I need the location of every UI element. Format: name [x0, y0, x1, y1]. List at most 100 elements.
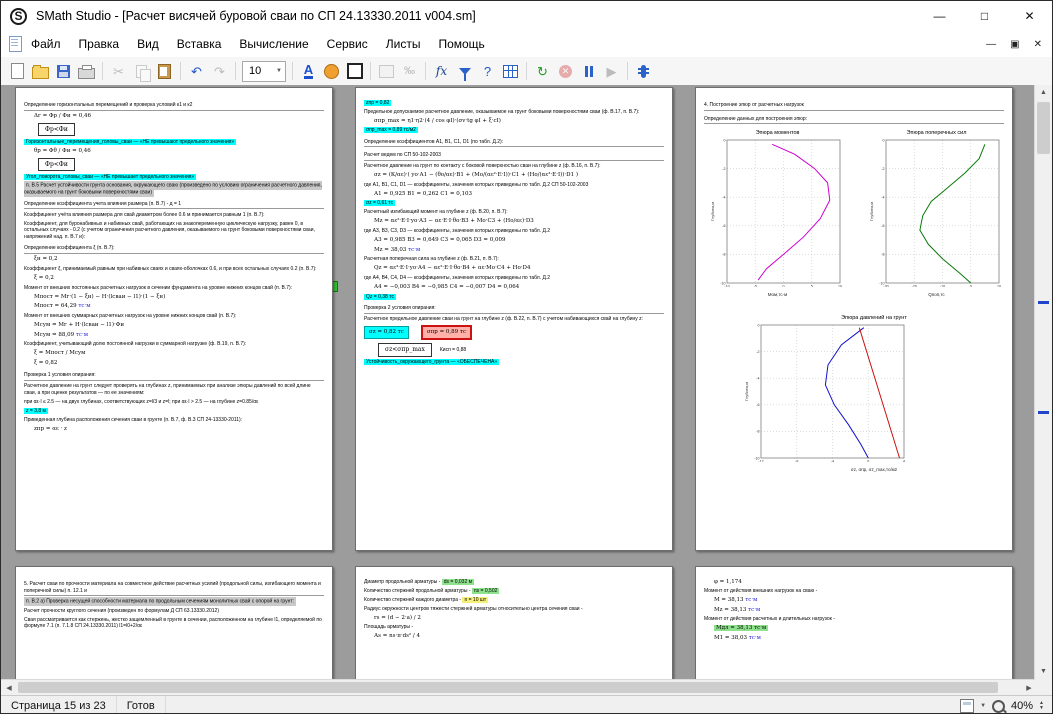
formula-region[interactable]: Мсум = 88,09 тс·м: [34, 332, 324, 339]
minimize-button[interactable]: —: [917, 1, 962, 31]
page-reinforcement[interactable]: Диаметр продольной арматуры - ds = 0,032…: [355, 566, 673, 679]
font-size-select[interactable]: 10 ▼: [242, 61, 286, 82]
text-region[interactable]: Момент от действия внешних нагрузок на с…: [704, 588, 1004, 595]
save-button[interactable]: [52, 60, 75, 83]
result-highlight[interactable]: Qz = 0,38 тс: [364, 294, 664, 301]
page-soil-stability-check[interactable]: zпр = 0,82Предельное допускаемое расчетн…: [355, 87, 673, 551]
section-heading[interactable]: Проверка 2 условия опирания:: [364, 305, 664, 314]
horizontal-scrollbar[interactable]: ◀ ▶: [1, 679, 1037, 696]
result-boxes[interactable]: σz = 0,82 тс σпр = 0,89 тс: [364, 325, 664, 340]
formula-region[interactable]: ξ = 0,82: [34, 360, 324, 367]
zoom-icon[interactable]: [992, 700, 1005, 713]
layout-dropdown-icon[interactable]: ▼: [980, 703, 986, 709]
text-region[interactable]: Коэффициент, для буронабивных и набивных…: [24, 221, 324, 241]
text-region[interactable]: Расчетная поперечная сила на глубине z (…: [364, 256, 664, 263]
formula-region[interactable]: Δг = Фр / Фи = 0,46: [34, 113, 324, 120]
menu-calculation[interactable]: Вычисление: [230, 32, 317, 56]
section-heading[interactable]: Определение данных для построения эпюр:: [704, 116, 1004, 125]
formula-region[interactable]: zпр = αε · z: [34, 426, 324, 433]
document-canvas[interactable]: Определение горизонтальных перемещений и…: [1, 85, 1037, 679]
text-region[interactable]: Момент от внешних суммарных расчетных на…: [24, 313, 324, 320]
menu-view[interactable]: Вид: [128, 32, 168, 56]
section-heading[interactable]: 5. Расчет сваи по прочности материала на…: [24, 581, 324, 596]
condition-box[interactable]: Фр<Фи: [24, 123, 324, 137]
section-heading[interactable]: Определение горизонтальных перемещений и…: [24, 102, 324, 111]
menu-file[interactable]: Файл: [22, 32, 70, 56]
text-region[interactable]: Расчетное давление на грунт следует пров…: [24, 383, 324, 396]
undo-button[interactable]: ↶: [185, 60, 208, 83]
text-region[interactable]: где А3, В3, С3, D3 — коэффициенты, значе…: [364, 228, 664, 235]
result-highlight[interactable]: σпр_max = 0,89 тс/м2: [364, 127, 664, 134]
zoom-spinner[interactable]: ▲ ▼: [1039, 701, 1044, 711]
formula-region[interactable]: Мz = αε²·E·I·yо·А3 − αε·E·I·θо·В3 + Мо·С…: [374, 218, 664, 225]
formula-region[interactable]: ξн = 0,2: [34, 256, 324, 263]
moment-diagram-chart[interactable]: -10-505100-2-4-6-8-10Глубина,м: [710, 137, 845, 287]
print-button[interactable]: [75, 60, 98, 83]
formula-region[interactable]: Мпост = Мг·(1 − ξн) − Н·(lсваи − l1)·(1 …: [34, 294, 324, 301]
redo-button[interactable]: ↷: [208, 60, 231, 83]
section-heading[interactable]: Определение коэффициентов А1, В1, С1, D1…: [364, 139, 664, 148]
paste-button[interactable]: [153, 60, 176, 83]
maximize-button[interactable]: □: [962, 1, 1007, 31]
result-highlight[interactable]: z = 3,8 м: [24, 408, 324, 415]
cut-button[interactable]: ✂: [107, 60, 130, 83]
section-heading[interactable]: Определение коэффициента учета влияния р…: [24, 201, 324, 210]
text-region[interactable]: Приведенная глубина расположения сечения…: [24, 417, 324, 424]
formula-region[interactable]: М1 = 38,03 тс·м: [714, 635, 1004, 642]
text-region[interactable]: при αε·l ≤ 2.5 — на двух глубинах, соотв…: [24, 399, 324, 406]
page-diagrams[interactable]: 4. Построение эпюр от расчетных нагрузок…: [695, 87, 1013, 551]
scroll-up-icon[interactable]: ▲: [1035, 85, 1052, 100]
menu-insert[interactable]: Вставка: [168, 32, 231, 56]
text-region[interactable]: Коэффициент учёта влияния размера для св…: [24, 212, 324, 219]
text-region[interactable]: Свая рассматривается как стержень, жестк…: [24, 617, 324, 630]
formula-region[interactable]: М = 38,13 тс·м: [714, 597, 1004, 604]
text-region[interactable]: Расчетное предельное давление сваи на гр…: [364, 316, 664, 323]
mdi-restore-button[interactable]: ▣: [1010, 39, 1019, 50]
result-highlight[interactable]: σz = 0,61 тс: [364, 200, 664, 207]
text-region[interactable]: Коэффициент ξ, принимаемый равным при на…: [24, 266, 324, 273]
text-with-value[interactable]: Диаметр продольной арматуры - ds = 0,032…: [364, 579, 664, 586]
result-highlight[interactable]: Устойчивость_окружающего_грунта — «ОБЕСП…: [364, 359, 664, 366]
soil-pressure-diagram-chart[interactable]: -12-8-4040-2-4-6-8-10Глубина,м: [744, 322, 909, 462]
page-deflection-check[interactable]: Определение горизонтальных перемещений и…: [15, 87, 333, 551]
copy-button[interactable]: [130, 60, 153, 83]
section-heading[interactable]: Проверка 1 условия опирания:: [24, 372, 324, 381]
interrupt-button[interactable]: ✕: [554, 60, 577, 83]
menu-sheets[interactable]: Листы: [377, 32, 430, 56]
result-highlight[interactable]: Угол_поворота_головы_сваи — «НЕ превышае…: [24, 174, 324, 181]
zoom-out-icon[interactable]: ▼: [1039, 706, 1044, 711]
formula-region[interactable]: σпр_max = η1·η2·(4 / cos φI)·(σv·tg φI +…: [374, 118, 664, 125]
page-moments[interactable]: φ = 1,174 Момент от действия внешних нагр…: [695, 566, 1013, 679]
scroll-left-icon[interactable]: ◀: [1, 680, 17, 696]
formula-region[interactable]: Мсум = Мг + Н·(lсваи − l1)·Фи: [34, 322, 324, 329]
text-region[interactable]: Расчетное давление на грунт по контакту …: [364, 163, 664, 170]
formula-region[interactable]: Мz = 38,03 тс·м: [374, 247, 664, 254]
section-heading[interactable]: Расчет ведем по СП 50-102-2003: [364, 152, 664, 161]
debug-button[interactable]: [632, 60, 655, 83]
formula-region[interactable]: rs = (d − 2·a) / 2: [374, 615, 664, 622]
formula-region[interactable]: А1 = 0,925 В1 = 0,262 С1 = 0,103: [374, 191, 664, 198]
result-highlight[interactable]: Мдл = 38,13 тс·м: [714, 625, 1004, 632]
formula-region[interactable]: φ = 1,174: [714, 579, 1004, 586]
insert-function-button[interactable]: fx: [430, 60, 453, 83]
percent-button[interactable]: ‰: [398, 60, 421, 83]
text-region[interactable]: Предельное допускаемое расчетное давлени…: [364, 109, 664, 116]
sigma-pr-box[interactable]: σпр = 0,89 тс: [421, 325, 472, 340]
text-region[interactable]: Момент от действия расчетных и длительны…: [704, 616, 1004, 623]
mdi-minimize-button[interactable]: —: [986, 39, 996, 50]
formula-region[interactable]: Мпост = 64,29 тс·м: [34, 303, 324, 310]
condition-box[interactable]: Фр<Фи: [24, 158, 324, 172]
text-region[interactable]: Площадь арматуры -: [364, 624, 664, 631]
gray-heading[interactable]: п. В.5 Расчет устойчивости грунта основа…: [24, 183, 324, 196]
run-button[interactable]: ▶: [600, 60, 623, 83]
result-highlight[interactable]: Горизонтальные_перемещения_головы_сваи —…: [24, 139, 324, 146]
sigma-z-box[interactable]: σz = 0,82 тс: [364, 326, 409, 339]
vertical-scroll-thumb[interactable]: [1037, 102, 1050, 154]
section-heading[interactable]: 4. Построение эпюр от расчетных нагрузок: [704, 102, 1004, 111]
formula-region[interactable]: А3 = 0,985 В3 = 0,649 С3 = 0,065 D3 = 0,…: [374, 237, 664, 244]
pause-button[interactable]: [577, 60, 600, 83]
page-layout-icon[interactable]: [960, 699, 974, 713]
document-icon[interactable]: [9, 36, 22, 52]
text-with-value[interactable]: Количество стержней продольной арматуры …: [364, 588, 664, 595]
zoom-level[interactable]: 40%: [1011, 700, 1033, 712]
